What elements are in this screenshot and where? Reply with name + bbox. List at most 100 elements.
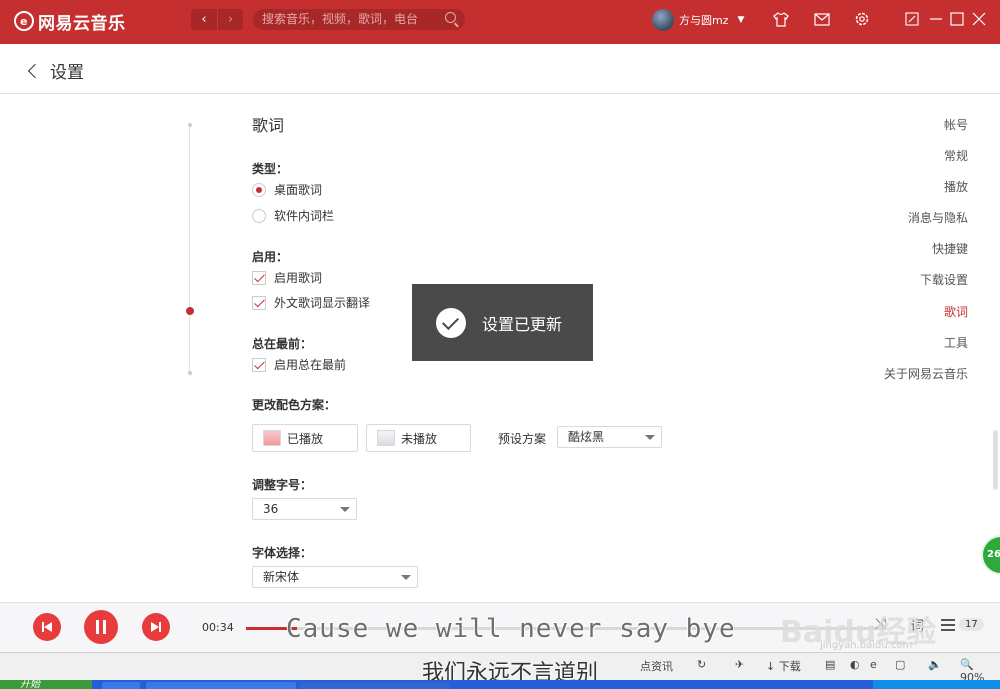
option-label: 外文歌词显示翻译 — [274, 296, 371, 310]
toast-text: 设置已更新 — [482, 314, 563, 334]
radio-desktop-lyrics[interactable]: 桌面歌词 — [252, 181, 322, 198]
refresh-icon[interactable]: ↻ — [697, 658, 706, 671]
color-swatch — [263, 430, 281, 446]
button-label: 未播放 — [401, 431, 438, 446]
settings-nav-tools[interactable]: 工具 — [798, 334, 968, 351]
taskbar-item[interactable] — [102, 682, 140, 689]
window-icon[interactable]: ▢ — [895, 658, 905, 671]
page-title: 设置 — [50, 63, 84, 83]
next-button[interactable] — [142, 613, 170, 641]
settings-nav-lyrics[interactable]: 歌词 — [798, 303, 968, 320]
mail-icon[interactable] — [813, 10, 831, 28]
checkbox-enable-lyrics[interactable]: 启用歌词 — [252, 269, 322, 286]
search-input[interactable]: 搜索音乐，视频，歌词，电台 — [253, 9, 465, 30]
option-label: 启用总在最前 — [274, 358, 347, 372]
start-label: 开始 — [20, 680, 40, 689]
section-title: 歌词 — [252, 116, 285, 135]
volume-icon[interactable]: 🔈 — [928, 658, 942, 671]
translate-icon[interactable]: ◐ — [850, 658, 860, 671]
ontop-label: 总在最前： — [252, 337, 313, 351]
option-label: 启用歌词 — [274, 271, 323, 285]
font-size-select[interactable]: 36 — [252, 498, 357, 520]
pin-icon[interactable]: ✈ — [735, 658, 744, 671]
floating-badge[interactable]: 26 — [981, 535, 1000, 575]
playlist-icon — [941, 618, 955, 631]
checkbox[interactable] — [252, 270, 266, 285]
option-label: 软件内词栏 — [274, 209, 335, 223]
back-button[interactable]: ‹ — [191, 9, 217, 30]
previous-icon — [42, 622, 52, 632]
font-family-select[interactable]: 新宋体 — [252, 566, 418, 588]
checkbox-show-translation[interactable]: 外文歌词显示翻译 — [252, 294, 370, 311]
download-label: 下载 — [778, 660, 801, 673]
played-color-button[interactable]: 已播放 — [252, 424, 358, 452]
app-logo[interactable]: e 网易云音乐 — [14, 8, 126, 34]
settings-nav-privacy[interactable]: 消息与隐私 — [798, 209, 968, 226]
search-icon[interactable] — [445, 12, 459, 28]
status-news[interactable]: 点资讯 — [640, 658, 673, 674]
title-bar: e 网易云音乐 ‹ › 搜索音乐，视频，歌词，电台 方与圆mz ▼ — [0, 0, 1000, 44]
color-scheme-label: 更改配色方案： — [252, 398, 337, 412]
nav-active-dot — [186, 307, 194, 315]
option-label: 桌面歌词 — [274, 183, 323, 197]
scrollbar-thumb[interactable] — [993, 430, 998, 490]
settings-header: 设置 — [0, 44, 1000, 94]
playlist-count: 17 — [959, 618, 984, 631]
pause-icon — [96, 620, 106, 634]
history-nav: ‹ › — [191, 9, 243, 30]
previous-button[interactable] — [33, 613, 61, 641]
settings-nav-shortcuts[interactable]: 快捷键 — [798, 240, 968, 257]
font-size-label: 调整字号： — [252, 478, 313, 492]
mini-mode-icon[interactable] — [903, 10, 921, 28]
check-circle-icon — [436, 307, 466, 338]
user-menu[interactable]: 方与圆mz ▼ — [652, 8, 744, 32]
desktop-lyric-line: Cause we will never say bye — [286, 614, 736, 644]
chevron-down-icon — [645, 435, 655, 440]
maximize-icon[interactable] — [948, 10, 966, 28]
chevron-down-icon[interactable]: ▼ — [738, 15, 745, 25]
select-value: 36 — [263, 502, 279, 516]
select-value: 酷炫黑 — [568, 430, 605, 444]
radio-button[interactable] — [252, 182, 266, 197]
chevron-down-icon — [401, 575, 411, 580]
elapsed-time: 00:34 — [202, 621, 234, 634]
chevron-down-icon — [340, 507, 350, 512]
checkbox[interactable] — [252, 357, 266, 372]
color-swatch — [377, 430, 395, 446]
settings-nav-download[interactable]: 下载设置 — [798, 271, 968, 288]
system-tray — [873, 680, 1000, 689]
radio-inapp-lyrics[interactable]: 软件内词栏 — [252, 207, 334, 224]
unplayed-color-button[interactable]: 未播放 — [366, 424, 471, 452]
settings-nav-general[interactable]: 常规 — [798, 147, 968, 164]
start-button[interactable]: 开始 — [0, 680, 92, 689]
close-icon[interactable] — [970, 10, 988, 28]
radio-button[interactable] — [252, 208, 266, 223]
minimize-icon[interactable] — [927, 10, 945, 28]
taskbar-item[interactable] — [300, 682, 450, 689]
checkbox-always-on-top[interactable]: 启用总在最前 — [252, 356, 346, 373]
status-download[interactable]: ↓ 下载 — [766, 658, 801, 674]
avatar[interactable] — [652, 9, 674, 31]
taskbar-item[interactable] — [146, 682, 296, 689]
select-value: 新宋体 — [263, 570, 300, 584]
netease-music-icon: e — [14, 11, 34, 31]
user-name[interactable]: 方与圆mz — [679, 12, 729, 28]
settings-nav-playback[interactable]: 播放 — [798, 178, 968, 195]
forward-button[interactable]: › — [217, 9, 243, 30]
preset-select[interactable]: 酷炫黑 — [557, 426, 662, 448]
checkbox[interactable] — [252, 295, 266, 310]
comment-icon[interactable]: ▤ — [825, 658, 835, 671]
search-placeholder: 搜索音乐，视频，歌词，电台 — [262, 12, 419, 26]
settings-back-button[interactable]: 设置 — [27, 58, 84, 83]
settings-nav-account[interactable]: 帐号 — [798, 116, 968, 133]
button-label: 已播放 — [287, 431, 324, 446]
settings-gear-icon[interactable] — [853, 10, 871, 28]
settings-nav-about[interactable]: 关于网易云音乐 — [798, 365, 968, 382]
settings-nav-rail — [189, 123, 190, 373]
ie-icon[interactable]: e — [870, 658, 877, 671]
preset-label: 预设方案 — [498, 432, 547, 446]
enable-label: 启用： — [252, 250, 289, 264]
playlist-button[interactable]: 17 — [941, 618, 984, 631]
pause-button[interactable] — [84, 610, 118, 644]
skin-shirt-icon[interactable] — [772, 10, 790, 28]
